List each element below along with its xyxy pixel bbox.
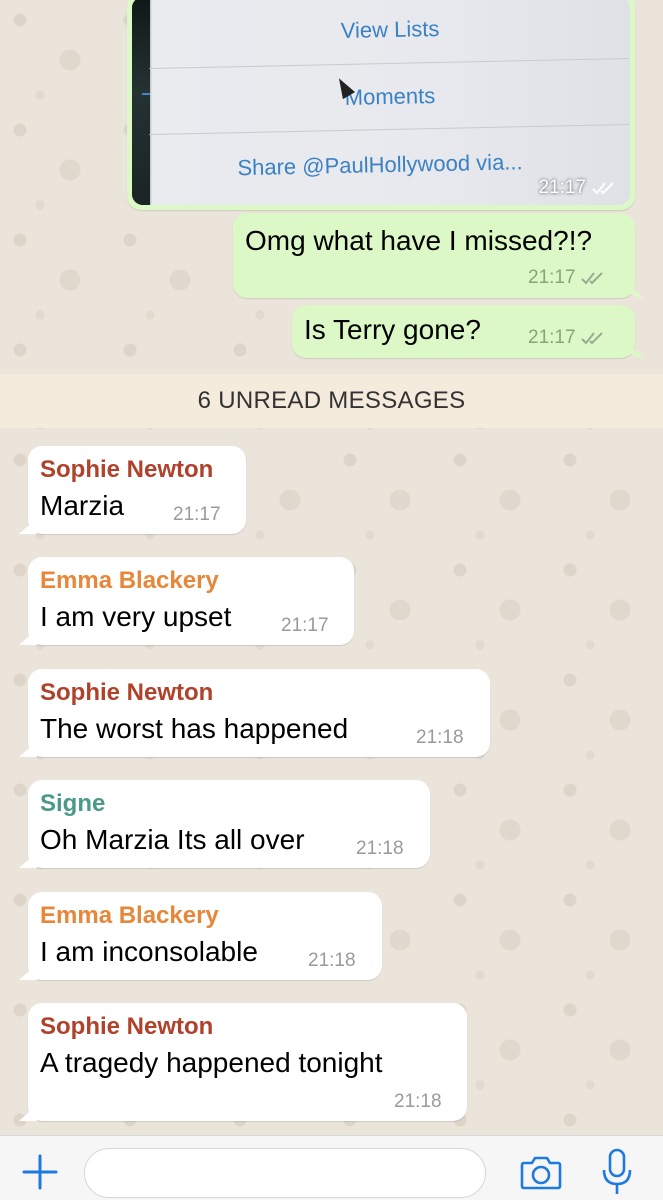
photo-text: Share @PaulHollywood via... — [237, 148, 523, 180]
double-check-icon — [581, 332, 603, 345]
message-text: Marzia — [40, 490, 125, 521]
outgoing-message[interactable]: Omg what have I missed?!? 21:17 — [233, 213, 635, 298]
incoming-message[interactable]: Sophie Newton The worst has happened 21:… — [28, 669, 490, 757]
incoming-message[interactable]: Emma Blackery I am very upset 21:17 — [28, 557, 354, 645]
photo-menu-row: View Lists — [149, 0, 630, 68]
incoming-message[interactable]: Sophie Newton A tragedy happened tonight… — [28, 1003, 467, 1121]
message-time: 21:17 — [528, 267, 607, 289]
outgoing-message[interactable]: Is Terry gone? 21:17 — [292, 305, 635, 358]
message-text: Is Terry gone? — [304, 314, 481, 345]
camera-icon[interactable] — [520, 1154, 562, 1190]
unread-label: 6 UNREAD MESSAGES — [197, 387, 466, 414]
shared-photo[interactable]: View Lists Moments Share @PaulHollywood … — [132, 0, 630, 205]
message-text: Oh Marzia Its all over — [40, 824, 305, 855]
message-text: The worst has happened — [40, 713, 349, 744]
sender-name: Sophie Newton — [40, 456, 214, 483]
photo-text: Moments — [344, 82, 436, 110]
message-text: I am very upset — [40, 601, 232, 632]
image-message-bubble[interactable]: View Lists Moments Share @PaulHollywood … — [127, 0, 635, 210]
incoming-message[interactable]: Signe Oh Marzia Its all over 21:18 — [28, 780, 430, 868]
double-check-icon — [581, 272, 603, 285]
microphone-icon[interactable] — [600, 1148, 634, 1196]
message-time: 21:18 — [356, 838, 404, 859]
sender-name: Emma Blackery — [40, 567, 219, 594]
photo-menu-row: Moments — [149, 57, 630, 135]
message-text: I am inconsolable — [40, 936, 258, 967]
sender-name: Sophie Newton — [40, 679, 214, 706]
message-text: Omg what have I missed?!? — [245, 225, 593, 256]
message-time: 21:18 — [416, 727, 464, 748]
message-input-bar — [0, 1135, 663, 1200]
message-input[interactable] — [84, 1148, 486, 1198]
double-check-icon — [592, 182, 614, 195]
message-time: 21:18 — [394, 1091, 442, 1112]
plus-icon[interactable] — [22, 1154, 58, 1190]
message-time: 21:17 — [528, 327, 607, 349]
photo-edge — [132, 0, 150, 205]
message-time: 21:17 — [281, 615, 329, 636]
unread-messages-banner: 6 UNREAD MESSAGES — [0, 374, 663, 428]
incoming-message[interactable]: Sophie Newton Marzia 21:17 — [28, 446, 246, 534]
sender-name: Emma Blackery — [40, 902, 219, 929]
incoming-message[interactable]: Emma Blackery I am inconsolable 21:18 — [28, 892, 382, 980]
message-text: A tragedy happened tonight — [40, 1047, 383, 1078]
photo-text: View Lists — [340, 15, 440, 44]
message-time: 21:17 — [173, 504, 221, 525]
sender-name: Sophie Newton — [40, 1013, 214, 1040]
sender-name: Signe — [40, 790, 106, 817]
message-time: 21:17 — [538, 177, 586, 198]
message-meta: 21:17 — [538, 177, 618, 199]
message-time: 21:18 — [308, 950, 356, 971]
